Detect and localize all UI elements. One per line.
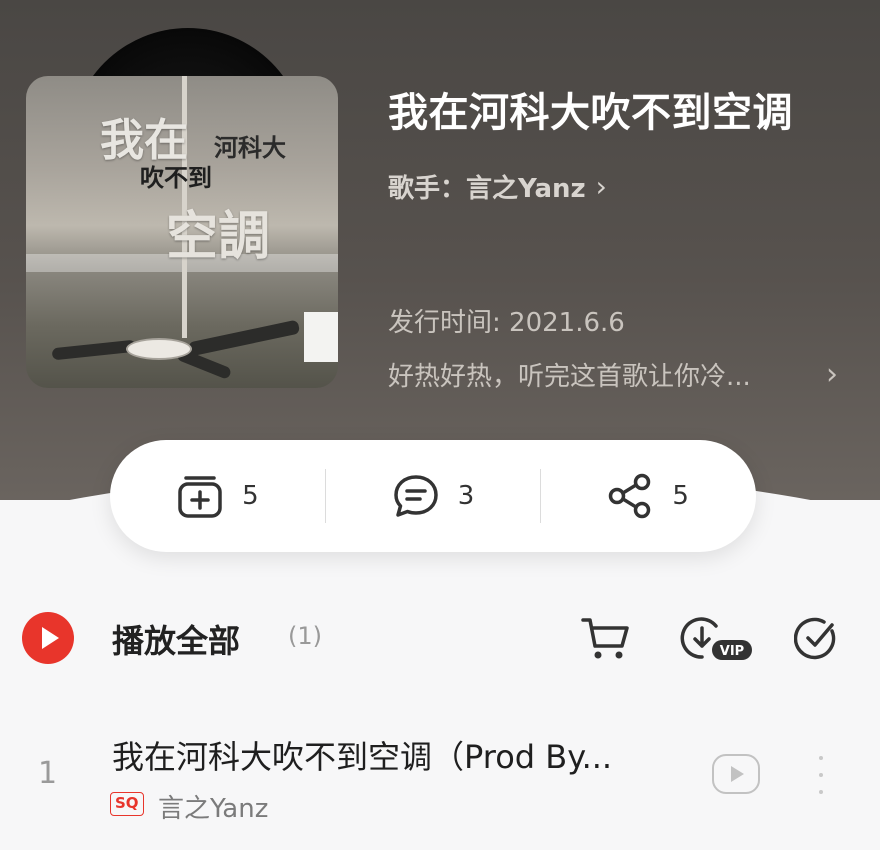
- cover-window: [304, 312, 338, 362]
- release-date: 发行时间: 2021.6.6: [388, 308, 625, 338]
- track-artist: 言之Yanz: [158, 794, 269, 824]
- play-all-bar: 播放全部 (1) VIP: [0, 596, 880, 682]
- cover-fan-blade: [51, 339, 137, 361]
- album-header: 我在 河科大 吹不到 空調 我在河科大吹不到空调 歌手：言之Yanz › 发行时…: [0, 0, 880, 500]
- dot: [819, 790, 823, 794]
- track-number: 1: [38, 756, 58, 791]
- dot: [819, 773, 823, 777]
- multi-select-icon[interactable]: [794, 616, 840, 662]
- share-button[interactable]: 5: [541, 440, 756, 552]
- play-all-count: (1): [288, 622, 322, 650]
- vip-download-icon[interactable]: VIP: [680, 616, 756, 662]
- dot: [819, 756, 823, 760]
- collect-count: 5: [242, 481, 259, 511]
- collect-button[interactable]: 5: [110, 440, 325, 552]
- comment-button[interactable]: 3: [326, 440, 541, 552]
- sq-badge: SQ: [110, 792, 144, 816]
- comment-count: 3: [457, 481, 475, 511]
- play-all-button[interactable]: [22, 612, 74, 664]
- mv-play-button[interactable]: [712, 754, 760, 794]
- track-title: 我在河科大吹不到空调（Prod By...: [112, 738, 613, 776]
- cart-icon[interactable]: [580, 616, 632, 662]
- cover-text: 河科大: [214, 133, 286, 162]
- more-options-icon[interactable]: [816, 756, 826, 794]
- cover-fan-body: [126, 338, 192, 360]
- cover-text: 空調: [166, 206, 271, 267]
- svg-text:VIP: VIP: [720, 644, 744, 659]
- song-title: 我在河科大吹不到空调: [388, 90, 793, 136]
- cover-fan-blade: [187, 319, 301, 357]
- description-text: 好热好热，听完这首歌让你冷...: [388, 362, 751, 392]
- description-link[interactable]: 好热好热，听完这首歌让你冷... ›: [388, 356, 838, 393]
- track-row[interactable]: 1 我在河科大吹不到空调（Prod By... SQ 言之Yanz: [0, 720, 880, 830]
- singer-label: 歌手：言之Yanz: [388, 174, 586, 204]
- play-icon: [731, 766, 744, 782]
- chevron-right-icon: ›: [826, 357, 838, 392]
- chevron-right-icon: ›: [595, 170, 607, 203]
- album-cover[interactable]: 我在 河科大 吹不到 空調: [26, 76, 338, 388]
- share-count: 5: [672, 481, 689, 511]
- cover-text: 吹不到: [140, 163, 212, 192]
- singer-link[interactable]: 歌手：言之Yanz ›: [388, 168, 607, 205]
- share-icon: [609, 473, 651, 519]
- add-to-playlist-icon: [178, 476, 222, 518]
- play-all-label[interactable]: 播放全部: [112, 616, 240, 662]
- action-card: 5 3 5: [110, 440, 756, 552]
- comment-icon: [393, 475, 438, 517]
- play-icon: [42, 627, 59, 649]
